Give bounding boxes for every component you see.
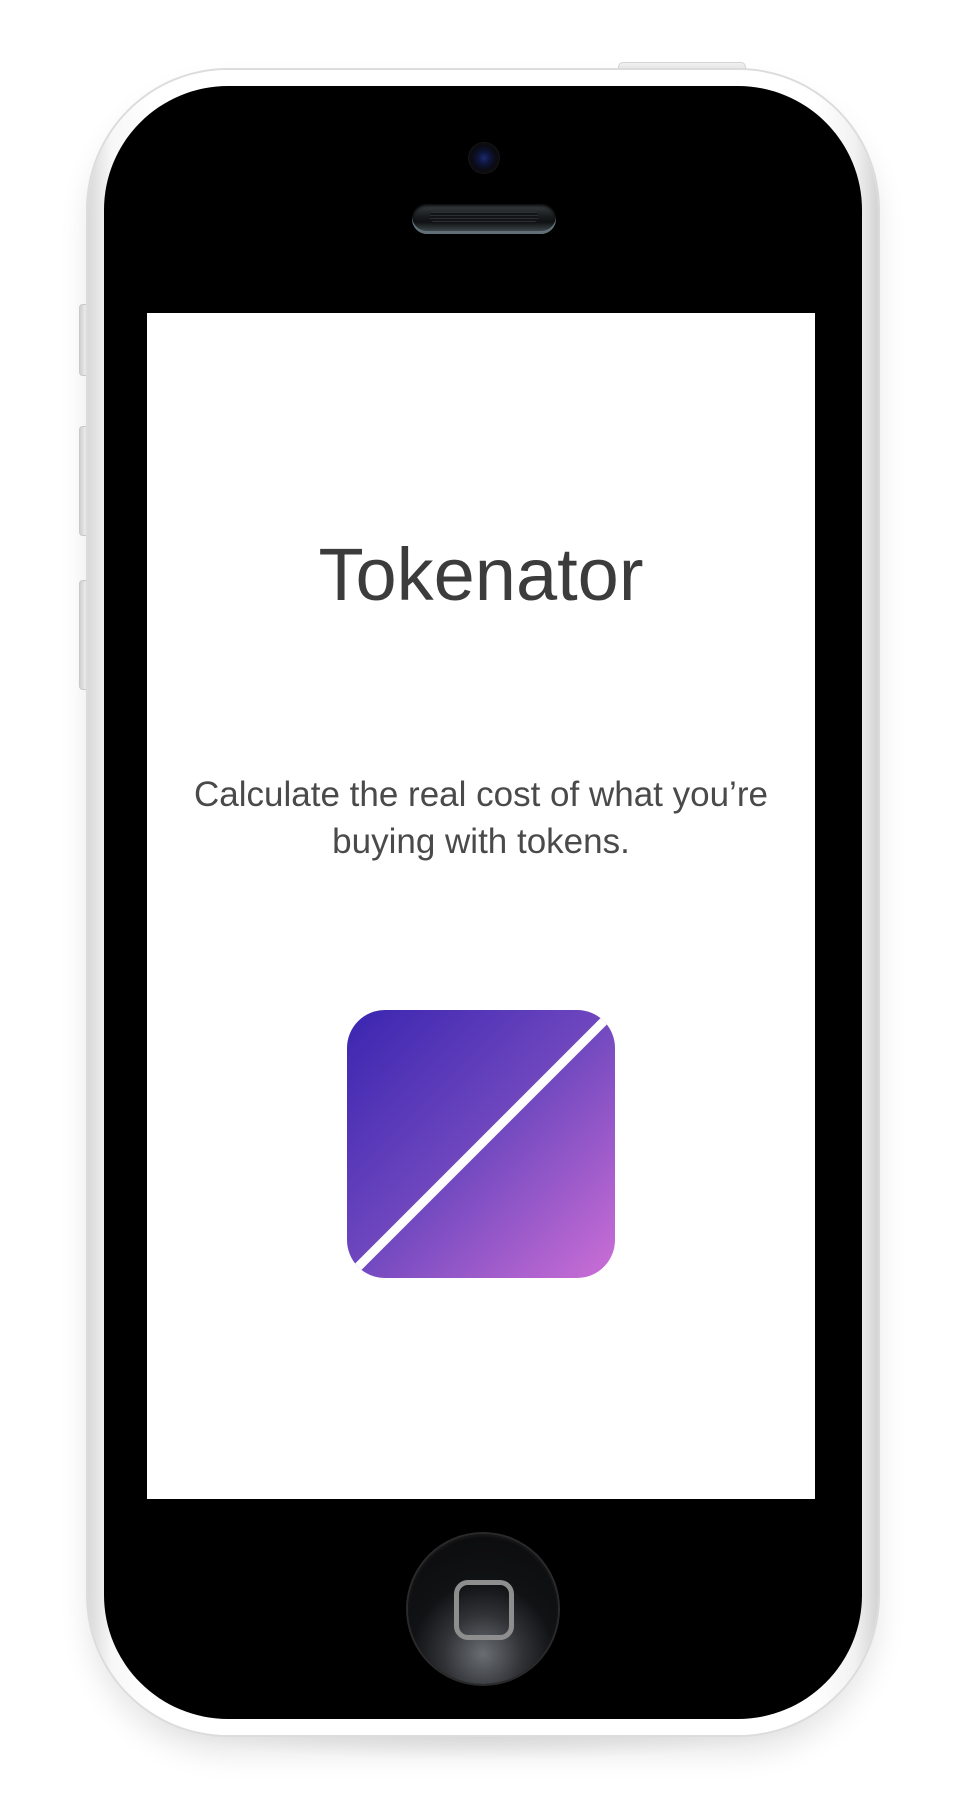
rounded-square-icon <box>454 1580 514 1640</box>
device-mockup: Tokenator Calculate the real cost of wha… <box>0 0 960 1812</box>
app-screen: Tokenator Calculate the real cost of wha… <box>147 313 815 1499</box>
earpiece-speaker <box>412 204 556 234</box>
app-logo <box>347 1010 615 1278</box>
app-tagline: Calculate the real cost of what you’re b… <box>194 775 768 861</box>
speaker-grille <box>430 212 538 222</box>
home-button[interactable] <box>408 1534 558 1684</box>
front-camera-icon <box>469 143 499 173</box>
app-title: Tokenator <box>318 533 644 616</box>
diagonal-split-square-icon <box>347 1010 615 1278</box>
